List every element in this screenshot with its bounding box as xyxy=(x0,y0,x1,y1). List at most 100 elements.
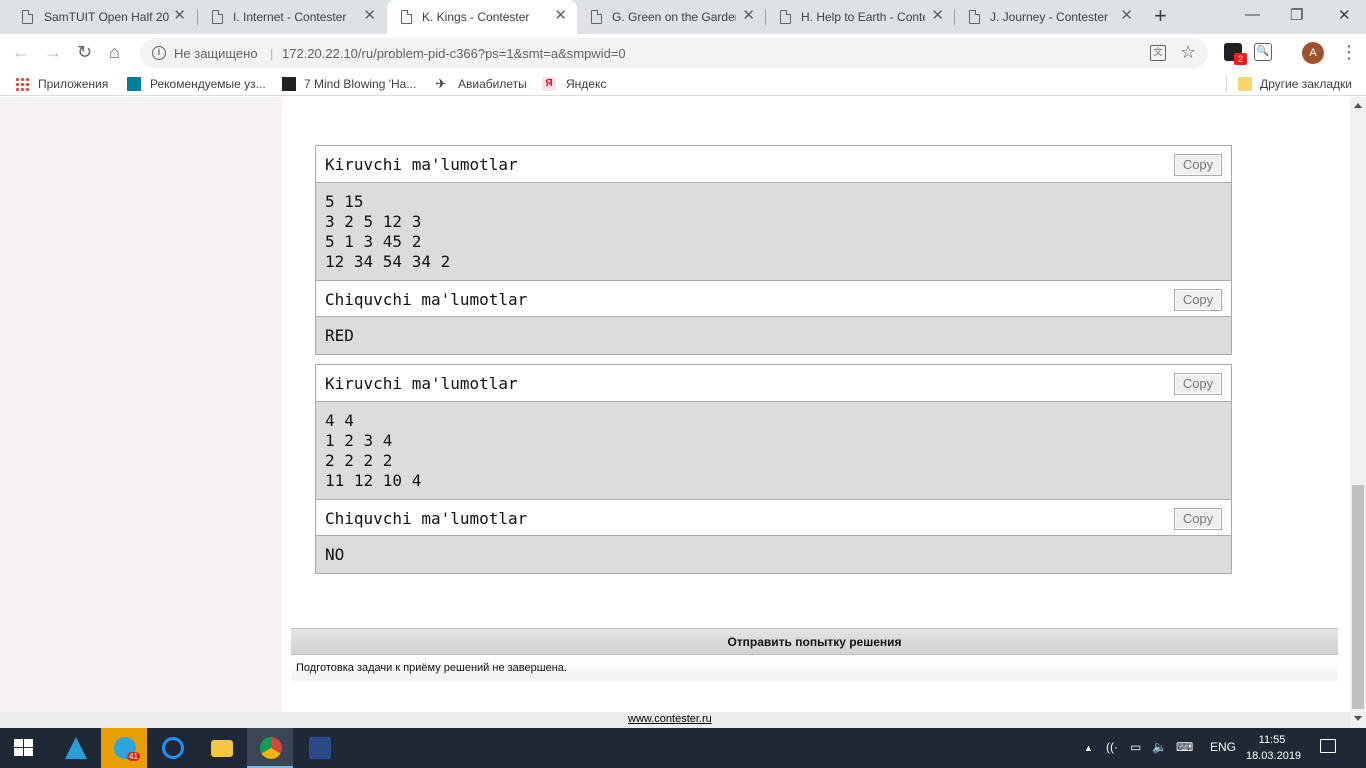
bookmark-tickets[interactable]: Авиабилеты xyxy=(458,77,527,91)
reload-button[interactable]: ↻ xyxy=(77,42,92,62)
submit-section-header: Отправить попытку решения xyxy=(291,628,1338,655)
search-extension-icon[interactable]: 🔍 xyxy=(1254,43,1272,61)
keyboard-icon[interactable]: ⌨ xyxy=(1176,740,1193,754)
windows-taskbar: 41 ▲ ((· ▭ 🔈 ⌨ ENG 11:55 18.03.2019 xyxy=(0,728,1366,768)
copy-button[interactable]: Copy xyxy=(1174,373,1222,395)
tab-green[interactable]: G. Green on the Garden ✕ xyxy=(577,0,765,34)
bookmark-recommended[interactable]: Рекомендуемые уз... xyxy=(150,77,266,91)
taskbar-telegram[interactable]: 41 xyxy=(101,728,147,768)
clock-time: 11:55 xyxy=(1258,734,1286,746)
telegram-badge: 41 xyxy=(127,752,140,761)
close-icon[interactable]: ✕ xyxy=(173,8,186,24)
page-icon xyxy=(212,10,223,24)
taskbar-ie[interactable] xyxy=(149,728,195,768)
copy-button[interactable]: Copy xyxy=(1174,508,1222,530)
windows-start-icon[interactable] xyxy=(14,739,34,757)
tray-overflow-icon[interactable]: ▲ xyxy=(1084,743,1093,753)
autodesk-icon xyxy=(65,737,87,759)
wifi-icon[interactable]: ((· xyxy=(1106,740,1118,754)
home-button[interactable]: ⌂ xyxy=(109,42,120,62)
profile-avatar[interactable]: A xyxy=(1302,42,1324,64)
bookmarks-bar: Приложения Рекомендуемые уз... 7 Mind Bl… xyxy=(0,72,1366,96)
taskbar-clock[interactable]: 11:55 18.03.2019 xyxy=(1246,732,1302,764)
scroll-down-arrow-icon[interactable] xyxy=(1354,716,1362,721)
tab-title: SamTUIT Open Half 20 xyxy=(44,10,170,24)
yandex-icon: Я xyxy=(542,77,556,91)
input-title: Kiruvchi ma'lumotlar xyxy=(325,374,518,393)
close-icon[interactable]: ✕ xyxy=(363,8,376,24)
close-icon[interactable]: ✕ xyxy=(742,8,755,24)
security-label[interactable]: Не защищено xyxy=(174,46,258,61)
tab-title: J. Journey - Contester xyxy=(990,10,1109,24)
language-indicator[interactable]: ENG xyxy=(1210,740,1236,754)
bookmark-mind-blowing[interactable]: 7 Mind Blowing 'Ha... xyxy=(304,77,416,91)
footer-link[interactable]: www.contester.ru xyxy=(628,713,712,725)
page-icon xyxy=(780,10,791,24)
page-viewport: Kiruvchi ma'lumotlar Copy 5 15 3 2 5 12 … xyxy=(0,97,1366,728)
scroll-thumb[interactable] xyxy=(1352,485,1364,709)
tab-title: H. Help to Earth - Conte xyxy=(801,10,925,24)
extension-badge: 2 xyxy=(1234,53,1247,65)
minimize-button[interactable]: — xyxy=(1245,6,1260,23)
copy-button[interactable]: Copy xyxy=(1174,154,1222,176)
tab-strip: SamTUIT Open Half 20 ✕ I. Internet - Con… xyxy=(0,0,1366,34)
submit-status-message: Подготовка задачи к приёму решений не за… xyxy=(291,655,1338,681)
tab-title: I. Internet - Contester xyxy=(233,10,347,24)
clock-date: 18.03.2019 xyxy=(1246,750,1302,762)
address-bar[interactable]: i Не защищено | 172.20.22.10/ru/problem-… xyxy=(140,38,1208,68)
battery-icon[interactable]: ▭ xyxy=(1130,740,1141,754)
apps-grid-icon xyxy=(15,77,29,91)
output-title: Chiquvchi ma'lumotlar xyxy=(325,290,528,309)
dev-cpp-icon xyxy=(309,737,331,759)
back-button[interactable]: ← xyxy=(12,42,30,62)
tab-journey[interactable]: J. Journey - Contester ✕ xyxy=(955,0,1143,34)
file-explorer-icon xyxy=(211,740,233,757)
close-icon[interactable]: ✕ xyxy=(1120,8,1133,24)
taskbar-chrome[interactable] xyxy=(247,728,293,768)
folder-icon xyxy=(1238,77,1252,91)
input-header: Kiruvchi ma'lumotlar Copy xyxy=(316,146,1231,183)
taskbar-devcpp[interactable] xyxy=(296,728,342,768)
close-icon[interactable]: ✕ xyxy=(554,8,567,24)
tab-title: K. Kings - Contester xyxy=(422,10,530,24)
tab-kings[interactable]: K. Kings - Contester ✕ xyxy=(387,0,577,34)
volume-icon[interactable]: 🔈 xyxy=(1152,740,1167,754)
internet-explorer-icon xyxy=(162,737,184,759)
translate-icon[interactable]: 文 xyxy=(1150,45,1166,61)
vertical-scrollbar[interactable] xyxy=(1350,97,1366,728)
scroll-up-arrow-icon[interactable] xyxy=(1354,103,1362,108)
chrome-icon xyxy=(260,737,282,759)
tab-samtuit[interactable]: SamTUIT Open Half 20 ✕ xyxy=(0,0,196,34)
tab-title: G. Green on the Garden xyxy=(612,10,736,24)
bookmark-star-icon[interactable]: ☆ xyxy=(1180,42,1196,63)
restore-button[interactable]: ❐ xyxy=(1290,6,1303,24)
bookmarks-divider xyxy=(1226,76,1227,92)
mind-blowing-icon xyxy=(282,77,296,91)
example-2: Kiruvchi ma'lumotlar Copy 4 4 1 2 3 4 2 … xyxy=(315,364,1232,574)
tab-internet[interactable]: I. Internet - Contester ✕ xyxy=(198,0,386,34)
page-icon xyxy=(401,10,412,24)
new-tab-button[interactable]: + xyxy=(1154,5,1167,27)
forward-button[interactable]: → xyxy=(44,42,62,62)
input-header: Kiruvchi ma'lumotlar Copy xyxy=(316,365,1231,402)
menu-icon[interactable]: ⋮ xyxy=(1340,40,1358,64)
page-icon xyxy=(969,10,980,24)
bookmark-other[interactable]: Другие закладки xyxy=(1260,77,1352,91)
output-data: NO xyxy=(316,536,1231,573)
url-separator: | xyxy=(270,46,274,61)
input-data: 5 15 3 2 5 12 3 5 1 3 45 2 12 34 54 34 2 xyxy=(316,183,1231,280)
notification-icon[interactable] xyxy=(1320,739,1336,753)
close-window-button[interactable]: ✕ xyxy=(1338,6,1351,24)
url-text[interactable]: 172.20.22.10/ru/problem-pid-c366?ps=1&sm… xyxy=(282,46,626,61)
input-title: Kiruvchi ma'lumotlar xyxy=(325,155,518,174)
page-icon xyxy=(591,10,602,24)
input-data: 4 4 1 2 3 4 2 2 2 2 11 12 10 4 xyxy=(316,402,1231,499)
taskbar-explorer[interactable] xyxy=(198,728,244,768)
taskbar-autodesk[interactable] xyxy=(52,728,98,768)
bookmark-apps[interactable]: Приложения xyxy=(38,77,108,91)
bookmark-yandex[interactable]: Яндекс xyxy=(566,77,606,91)
copy-button[interactable]: Copy xyxy=(1174,289,1222,311)
tab-help[interactable]: H. Help to Earth - Conte ✕ xyxy=(766,0,954,34)
close-icon[interactable]: ✕ xyxy=(931,8,944,24)
info-icon[interactable]: i xyxy=(152,46,166,60)
